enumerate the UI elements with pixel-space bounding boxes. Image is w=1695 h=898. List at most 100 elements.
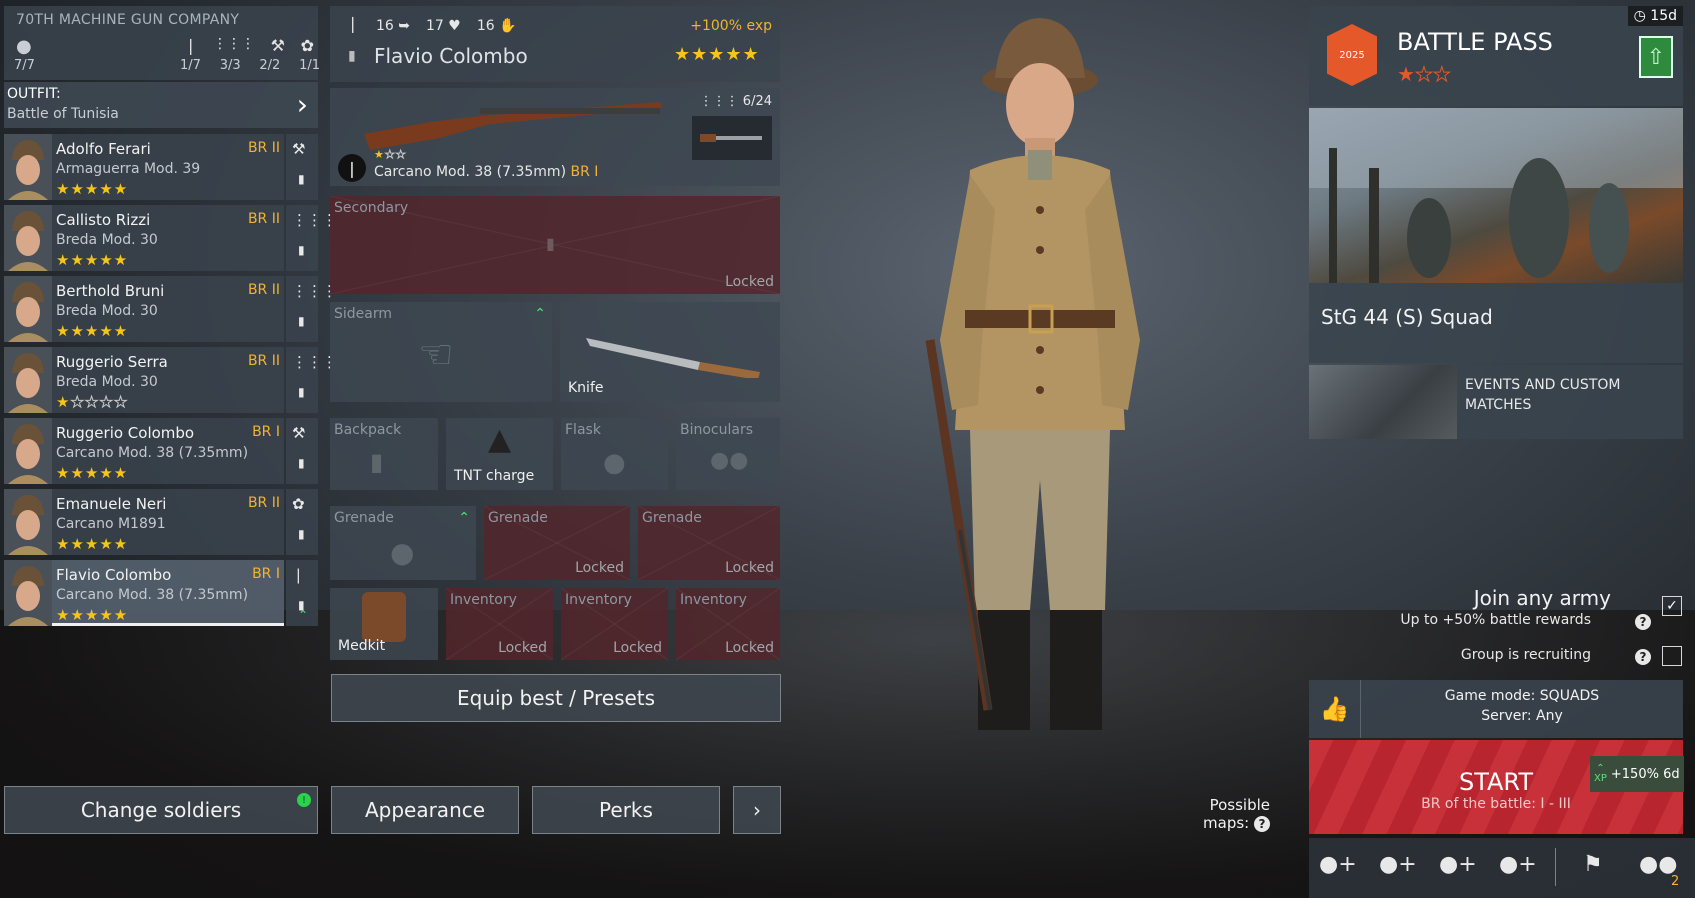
binoculars-slot[interactable]: Binoculars ●● (676, 418, 780, 490)
equip-best-button[interactable]: Equip best / Presets (331, 674, 781, 722)
soldier-row[interactable]: Flavio Colombo Carcano Mod. 38 (7.35mm) ★★… (4, 560, 284, 626)
inventory-slot-1[interactable]: Inventory Locked (446, 588, 553, 660)
weapon-class-icon: ❘ (338, 154, 366, 182)
battle-br-label: BR of the battle: I - III (1421, 796, 1571, 812)
battle-pass-emblem: 2025 (1327, 24, 1377, 86)
bullet-icon: ❘ (346, 14, 360, 33)
soldier-br: BR II (247, 495, 280, 511)
help-icon[interactable]: ? (1635, 614, 1651, 630)
battle-pass-title: BATTLE PASS (1397, 28, 1553, 56)
help-icon[interactable]: ? (1635, 649, 1651, 665)
soldier-row[interactable]: Callisto Rizzi Breda Mod. 30 ★★★★★ BR II (4, 205, 284, 271)
soldier-stars: ★★★★★ (56, 251, 129, 269)
medkit-label: Medkit (338, 638, 386, 654)
primary-name: Carcano Mod. 38 (7.35mm) (374, 164, 567, 180)
divider (1555, 848, 1556, 886)
thumbs-up-icon[interactable]: 👍 (1309, 680, 1361, 738)
stat-engineer: 2/2 (259, 58, 281, 73)
flamethrower-class-icon: ✿ (300, 36, 314, 55)
flask-slot[interactable]: Flask ● (561, 418, 668, 490)
inventory-label: Inventory (450, 592, 517, 608)
invite-friend-icon[interactable]: ●+ (1379, 852, 1417, 877)
soldier-class-column: ⋮⋮⋮ ▮ (286, 205, 337, 271)
soldier-row[interactable]: Emanuele Neri Carcano M1891 ★★★★★ BR II (4, 489, 284, 555)
secondary-label: Secondary (334, 200, 409, 216)
xp-boost-value: +150% 6d (1610, 766, 1680, 782)
rank-icon: ▮ (298, 527, 305, 541)
rifle-icon (364, 102, 662, 150)
rank-icon: ▮ (298, 243, 305, 257)
soldier-row[interactable]: Berthold Bruni Breda Mod. 30 ★★★★★ BR II (4, 276, 284, 342)
battle-pass-reward[interactable]: StG 44 (S) Squad (1309, 283, 1683, 363)
events-thumbnail (1309, 365, 1457, 439)
join-any-army-title: Join any army (1473, 586, 1611, 610)
wrench-icon: ⚒ (292, 424, 306, 442)
soldier-name: Adolfo Ferari (56, 140, 151, 158)
company-header[interactable]: 70TH MACHINE GUN COMPANY ● 7/7 ❘ ⋮⋮⋮ ⚒ ✿… (4, 6, 320, 80)
outfit-selector[interactable]: OUTFIT: Battle of Tunisia › (4, 82, 318, 128)
bullet-icon: ❘ (292, 566, 305, 584)
stat-speed: 16 (376, 18, 394, 34)
secondary-locked: Locked (725, 274, 774, 290)
soldier-model (925, 18, 1140, 730)
stat-strength: 16 (476, 18, 495, 34)
knife-label: Knife (568, 380, 604, 396)
battle-pass-image[interactable] (1309, 108, 1683, 283)
sidearm-slot[interactable]: Sidearm ⌃ ☜ (330, 302, 552, 402)
change-soldiers-button[interactable]: Change soldiers ! (4, 786, 318, 834)
primary-br: BR I (570, 164, 599, 180)
soldier-row[interactable]: Adolfo Ferari Armaguerra Mod. 39 ★★★★★ BR I… (4, 134, 284, 200)
perks-button[interactable]: Perks (532, 786, 720, 834)
soldier-class-column: ❘ ▮ ⌃ (286, 560, 318, 626)
join-any-army-checkbox[interactable]: ✓ (1662, 596, 1682, 616)
secondary-slot[interactable]: Secondary ▮ Locked (330, 196, 780, 294)
game-mode-panel[interactable]: 👍 Game mode: SQUADS Server: Any (1309, 680, 1683, 738)
inventory-slot-2[interactable]: Inventory Locked (561, 588, 668, 660)
inventory-slot-3[interactable]: Inventory Locked (676, 588, 780, 660)
tnt-slot[interactable]: ▲ TNT charge (446, 418, 553, 490)
flag-icon[interactable]: ⚑ (1583, 852, 1603, 877)
tnt-icon: ▲ (488, 422, 512, 457)
soldier-class-column: ⚒ ▮ (286, 418, 318, 484)
level-up-icon[interactable]: ⇧ (1639, 36, 1673, 78)
chevron-right-icon[interactable]: › (733, 786, 781, 834)
group-recruiting-checkbox[interactable] (1662, 646, 1682, 666)
bayonet-attachment[interactable] (692, 116, 772, 160)
invite-friend-icon[interactable]: ●+ (1439, 852, 1477, 877)
help-icon[interactable]: ? (1254, 816, 1270, 832)
rank-icon: ▮ (298, 456, 305, 470)
fist-icon: ✋ (499, 18, 517, 34)
soldier-class-column: ✿ ▮ (286, 489, 318, 555)
grenade-slot[interactable]: Grenade ⌃ ● (330, 506, 476, 580)
grenade-label: Grenade (488, 510, 548, 526)
battle-pass-stars: ★★★ (1397, 62, 1451, 87)
medkit-slot[interactable]: Medkit (330, 588, 438, 660)
soldier-row[interactable]: Ruggerio Serra Breda Mod. 30 ★★★★★ BR II (4, 347, 284, 413)
chevron-right-icon: › (296, 88, 308, 121)
stat-mg: 3/3 (219, 58, 241, 73)
invite-friend-icon[interactable]: ●+ (1499, 852, 1537, 877)
soldier-weapon: Carcano Mod. 38 (7.35mm) (56, 445, 249, 461)
grenade-locked: Locked (575, 560, 624, 576)
flask-label: Flask (565, 422, 601, 438)
xp-icon: ⌃ XP (1594, 763, 1607, 784)
rank-icon: ▮ (298, 172, 305, 186)
grenade-slot-locked-1[interactable]: Grenade Locked (484, 506, 630, 580)
change-soldiers-label: Change soldiers (80, 798, 242, 822)
primary-ammo: 6/24 (742, 94, 772, 109)
battle-pass-panel[interactable]: 2025 BATTLE PASS ★★★ ◷ 15d ⇧ (1309, 6, 1683, 106)
primary-weapon-slot[interactable]: ⋮⋮⋮ 6/24 ❘ ★★★ Carcano Mod. 38 (7.35mm) … (330, 88, 780, 186)
xp-boost-badge[interactable]: ⌃ XP +150% 6d (1590, 756, 1684, 792)
soldier-stars: ★★★★★ (56, 606, 129, 624)
grenade-slot-locked-2[interactable]: Grenade Locked (638, 506, 780, 580)
appearance-button[interactable]: Appearance (331, 786, 519, 834)
backpack-slot[interactable]: Backpack ▮ (330, 418, 438, 490)
events-button[interactable]: EVENTS AND CUSTOM MATCHES (1309, 365, 1683, 439)
invite-friend-icon[interactable]: ●+ (1319, 852, 1357, 877)
possible-maps-label: Possible maps: ? (1203, 796, 1270, 832)
upgrade-arrow-icon: ⌃ (298, 608, 309, 622)
knife-slot[interactable]: Knife (560, 302, 780, 402)
soldier-row[interactable]: Ruggerio Colombo Carcano Mod. 38 (7.35mm)… (4, 418, 284, 484)
join-any-army-subtitle: Up to +50% battle rewards (1400, 612, 1591, 628)
inventory-label: Inventory (565, 592, 632, 608)
